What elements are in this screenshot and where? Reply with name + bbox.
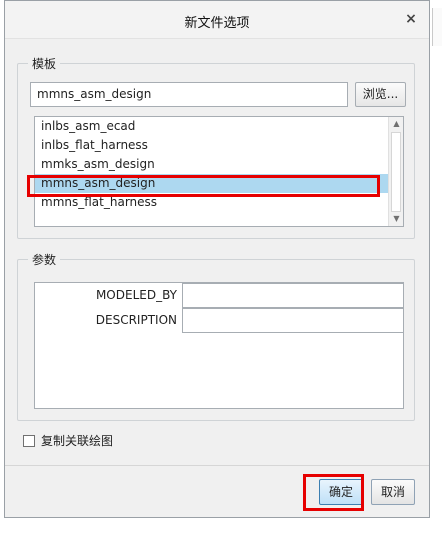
- cancel-button[interactable]: 取消: [371, 479, 415, 505]
- chevron-up-icon[interactable]: ▲: [389, 117, 403, 131]
- browse-button[interactable]: 浏览...: [355, 82, 406, 107]
- selection-annotation-box: [27, 175, 380, 197]
- param-value-field[interactable]: [182, 283, 404, 308]
- template-input[interactable]: mmns_asm_design: [30, 82, 348, 107]
- param-value-field[interactable]: [182, 308, 404, 333]
- ok-annotation-box: [303, 474, 364, 511]
- copy-drawing-label: 复制关联绘图: [41, 434, 114, 448]
- param-row: DESCRIPTION: [35, 308, 404, 333]
- list-item[interactable]: inlbs_flat_harness: [35, 136, 403, 155]
- new-file-options-dialog: 新文件选项 × 模板 mmns_asm_design 浏览... inlbs_a…: [4, 0, 430, 518]
- parameters-table: MODELED_BY DESCRIPTION: [34, 282, 404, 409]
- param-row: MODELED_BY: [35, 283, 404, 308]
- list-item[interactable]: mmks_asm_design: [35, 155, 403, 174]
- list-scrollbar[interactable]: ▲ ▼: [388, 117, 403, 226]
- template-list[interactable]: inlbs_asm_ecad inlbs_flat_harness mmks_asm…: [34, 116, 404, 227]
- param-name: DESCRIPTION: [95, 313, 177, 327]
- chevron-down-icon[interactable]: ▼: [389, 212, 403, 226]
- copy-drawing-checkbox[interactable]: [23, 435, 35, 447]
- list-item[interactable]: inlbs_asm_ecad: [35, 117, 403, 136]
- title-bar: 新文件选项 ×: [5, 1, 429, 39]
- background-window-edge: [432, 8, 442, 46]
- scrollbar-thumb[interactable]: [391, 132, 401, 212]
- template-group-label: 模板: [28, 55, 61, 72]
- dialog-title: 新文件选项: [184, 16, 250, 31]
- param-name: MODELED_BY: [95, 288, 177, 302]
- parameters-group-label: 参数: [28, 251, 61, 268]
- footer-divider: [5, 465, 429, 466]
- close-icon[interactable]: ×: [403, 11, 419, 27]
